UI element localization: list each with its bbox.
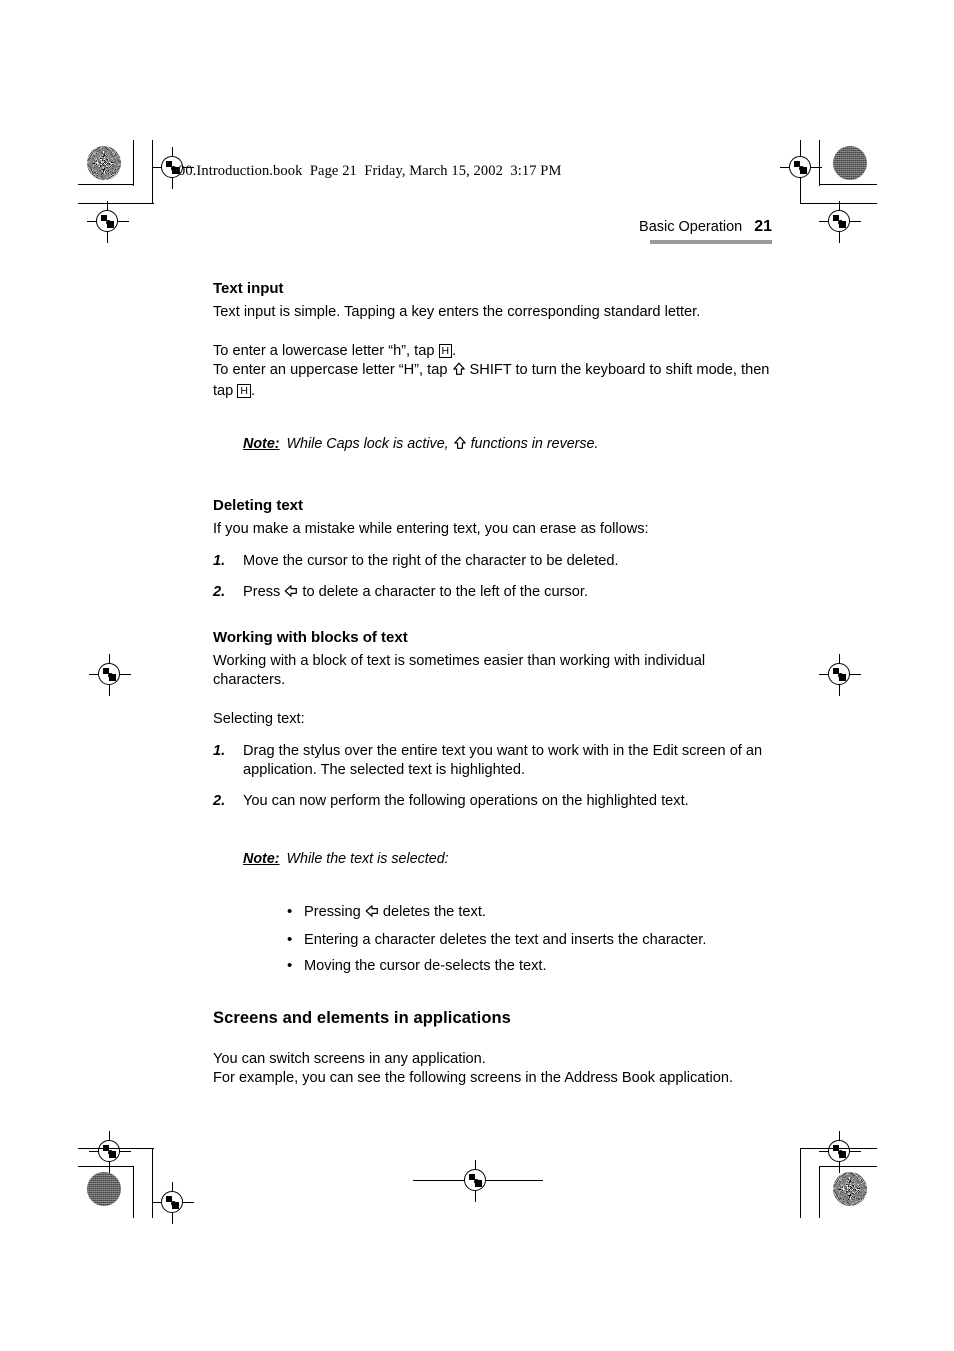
registration-mark bbox=[87, 201, 129, 243]
header-rule bbox=[650, 240, 772, 244]
selected-text-operations: • Pressing deletes the text. • Entering a … bbox=[285, 903, 773, 976]
step-text-pre: Press bbox=[243, 583, 285, 600]
crop-line bbox=[800, 1148, 877, 1150]
bullet-icon: • bbox=[287, 903, 293, 921]
step-number: 1. bbox=[213, 552, 226, 569]
note-caps-lock: Note: While Caps lock is active, function… bbox=[243, 435, 773, 456]
page-header: Basic Operation 21 bbox=[639, 218, 772, 236]
halftone-solid-circle-bottom-left bbox=[87, 1172, 121, 1206]
bullet-text-post: deletes the text. bbox=[378, 904, 486, 921]
backspace-arrow-icon bbox=[284, 584, 298, 604]
file-stamp: 00.Introduction.book Page 21 Friday, Mar… bbox=[178, 163, 562, 179]
selecting-text-steps: 1. Drag the stylus over the entire text y… bbox=[213, 742, 773, 811]
heading-screens-and-elements: Screens and elements in applications bbox=[213, 1009, 511, 1028]
bullet-icon: • bbox=[287, 931, 293, 949]
text-input-lowercase-line: To enter a lowercase letter “h”, tap H. bbox=[213, 342, 773, 361]
shift-arrow-icon bbox=[452, 362, 466, 382]
note-text: While the text is selected: bbox=[286, 850, 449, 867]
step-text: You can now perform the following operat… bbox=[243, 792, 689, 809]
list-item: 2. You can now perform the following oper… bbox=[213, 792, 773, 811]
list-item: • Entering a character deletes the text a… bbox=[285, 931, 773, 950]
bullet-text-pre: Pressing bbox=[304, 904, 365, 921]
crop-line bbox=[819, 1166, 821, 1218]
registration-mark bbox=[89, 654, 131, 696]
crop-line bbox=[133, 1166, 135, 1218]
crop-line bbox=[800, 1148, 802, 1218]
screens-line-2: For example, you can see the following s… bbox=[213, 1070, 733, 1087]
deleting-text-steps: 1. Move the cursor to the right of the ch… bbox=[213, 552, 773, 604]
halftone-star-circle-top-left bbox=[87, 146, 121, 180]
key-h-icon: H bbox=[438, 343, 453, 358]
step-number: 2. bbox=[213, 792, 226, 809]
crop-line bbox=[78, 1148, 154, 1150]
backspace-arrow-icon bbox=[365, 904, 379, 924]
crop-line bbox=[497, 1180, 543, 1182]
lowercase-text-a: To enter a lowercase letter “h”, tap bbox=[213, 343, 439, 359]
list-item: 2. Press to delete a character to the lef… bbox=[213, 583, 773, 604]
key-h-icon: H bbox=[237, 383, 251, 398]
page-content: Text input Text input is simple. Tapping… bbox=[213, 280, 773, 1088]
text-input-uppercase-line: To enter an uppercase letter “H”, tap SH… bbox=[213, 361, 773, 401]
registration-mark bbox=[152, 1182, 194, 1224]
heading-text-input: Text input bbox=[213, 280, 284, 297]
page-number: 21 bbox=[754, 218, 772, 235]
crop-line bbox=[133, 140, 135, 186]
step-number: 1. bbox=[213, 742, 226, 759]
step-text: Drag the stylus over the entire text you… bbox=[243, 742, 763, 778]
uppercase-text-c: . bbox=[250, 383, 255, 399]
note-text-b: functions in reverse. bbox=[466, 436, 599, 453]
crop-line bbox=[78, 1166, 134, 1168]
note-text-selected: Note: While the text is selected: bbox=[243, 850, 773, 869]
list-item: • Pressing deletes the text. bbox=[285, 903, 773, 924]
heading-deleting-text: Deleting text bbox=[213, 496, 304, 514]
chapter-name: Basic Operation bbox=[639, 219, 743, 235]
list-item: • Moving the cursor de-selects the text. bbox=[285, 957, 773, 976]
note-label: Note: bbox=[243, 850, 280, 867]
heading-blocks-of-text: Working with blocks of text bbox=[213, 628, 408, 646]
registration-mark bbox=[780, 147, 822, 189]
screens-line-1: You can switch screens in any applicatio… bbox=[213, 1051, 486, 1068]
crop-line bbox=[413, 1180, 459, 1182]
bullet-text: Moving the cursor de-selects the text. bbox=[304, 958, 547, 975]
shift-arrow-icon bbox=[453, 436, 467, 456]
bullet-text: Entering a character deletes the text an… bbox=[304, 932, 707, 949]
crop-line bbox=[819, 184, 877, 186]
bullet-icon: • bbox=[287, 957, 293, 975]
list-item: 1. Move the cursor to the right of the ch… bbox=[213, 552, 773, 571]
registration-mark bbox=[819, 201, 861, 243]
deleting-text-intro: If you make a mistake while entering tex… bbox=[213, 520, 649, 537]
registration-mark bbox=[455, 1160, 497, 1202]
list-item: 1. Drag the stylus over the entire text y… bbox=[213, 742, 773, 780]
crop-line bbox=[819, 1166, 877, 1168]
registration-mark bbox=[819, 654, 861, 696]
step-number: 2. bbox=[213, 583, 226, 600]
halftone-star-circle-bottom-right bbox=[833, 1172, 867, 1206]
note-text-a: While Caps lock is active, bbox=[286, 436, 453, 453]
crop-line bbox=[78, 184, 134, 186]
lowercase-text-b: . bbox=[452, 343, 457, 359]
note-label: Note: bbox=[243, 436, 280, 453]
selecting-text-label: Selecting text: bbox=[213, 710, 305, 727]
blocks-of-text-intro: Working with a block of text is sometime… bbox=[213, 652, 706, 688]
text-input-intro: Text input is simple. Tapping a key ente… bbox=[213, 304, 701, 320]
uppercase-text-a: To enter an uppercase letter “H”, tap bbox=[213, 362, 452, 378]
step-text: Move the cursor to the right of the char… bbox=[243, 552, 619, 569]
step-text-post: to delete a character to the left of the… bbox=[298, 583, 588, 600]
halftone-solid-circle-top-right bbox=[833, 146, 867, 180]
